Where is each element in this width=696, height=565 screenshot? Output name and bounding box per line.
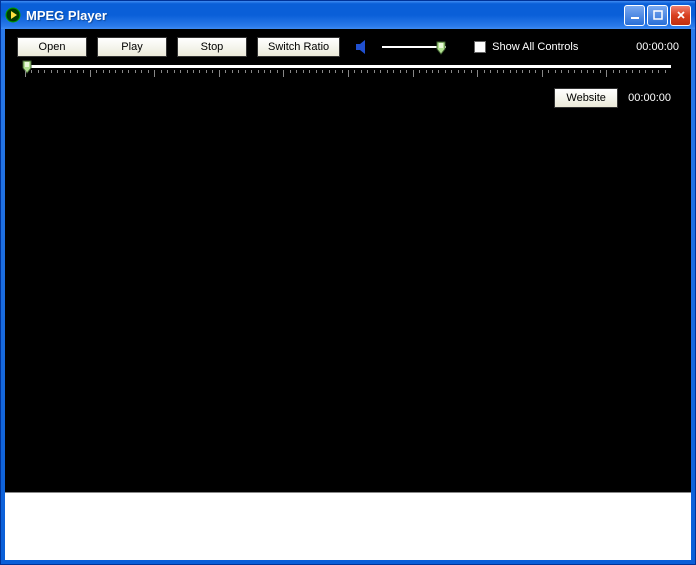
app-window: MPEG Player Open Play Stop Switch Ratio	[0, 0, 696, 565]
volume-slider[interactable]	[382, 39, 446, 55]
show-all-checkbox[interactable]	[474, 41, 486, 53]
secondary-row: Website 00:00:00	[5, 78, 691, 108]
app-icon	[5, 7, 21, 23]
play-button[interactable]: Play	[97, 37, 167, 57]
switch-ratio-button[interactable]: Switch Ratio	[257, 37, 340, 57]
volume-icon	[354, 38, 372, 56]
window-title: MPEG Player	[26, 8, 624, 23]
show-all-controls-wrap[interactable]: Show All Controls	[474, 41, 578, 53]
progress-ticks	[25, 70, 671, 78]
status-bar	[5, 492, 691, 560]
website-button[interactable]: Website	[554, 88, 618, 108]
video-area	[5, 108, 691, 492]
time-total: 00:00:00	[636, 41, 679, 53]
client-area: Open Play Stop Switch Ratio	[5, 29, 691, 560]
stop-button[interactable]: Stop	[177, 37, 247, 57]
close-button[interactable]	[670, 5, 691, 26]
window-controls	[624, 5, 691, 26]
volume-thumb[interactable]	[436, 41, 446, 55]
progress-slider[interactable]	[25, 65, 671, 68]
toolbar: Open Play Stop Switch Ratio	[5, 29, 691, 59]
show-all-label: Show All Controls	[492, 41, 578, 53]
titlebar[interactable]: MPEG Player	[1, 1, 695, 29]
minimize-button[interactable]	[624, 5, 645, 26]
time-current: 00:00:00	[628, 92, 671, 104]
open-button[interactable]: Open	[17, 37, 87, 57]
progress-area	[5, 59, 691, 78]
maximize-button[interactable]	[647, 5, 668, 26]
